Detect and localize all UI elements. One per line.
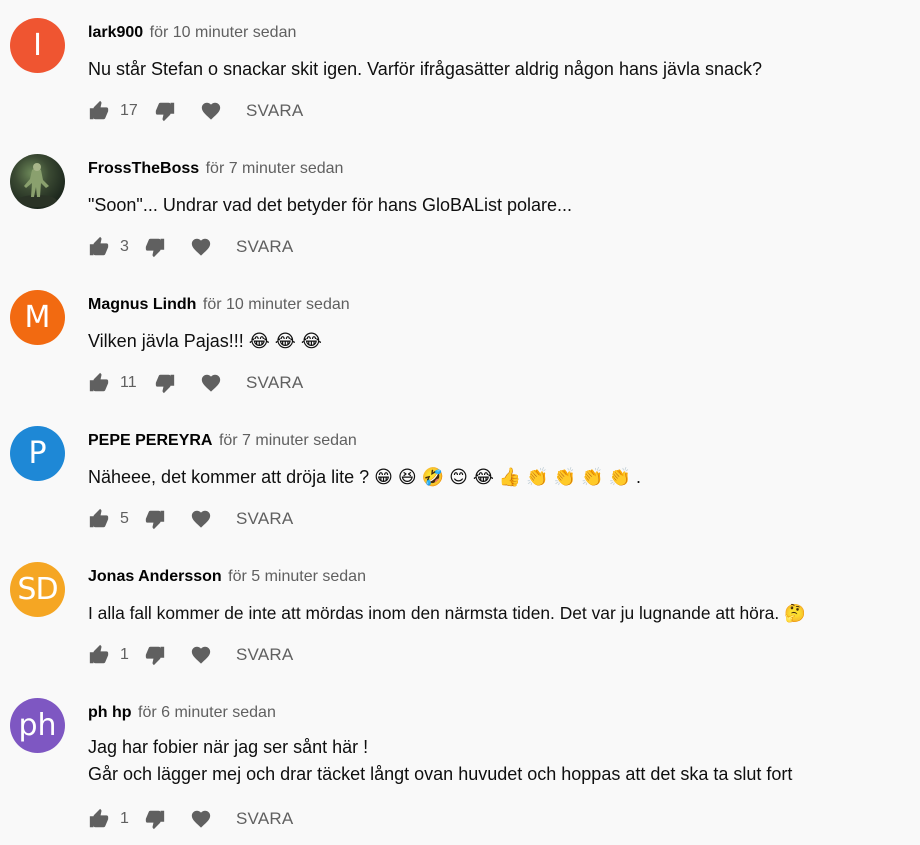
avatar[interactable]: ph: [10, 698, 65, 753]
like-count: 1: [120, 646, 129, 663]
comment-time[interactable]: för 7 minuter sedan: [219, 432, 357, 449]
comment-item: I lark900 för 10 minuter sedan Nu står S…: [0, 0, 920, 136]
comment-time[interactable]: för 5 minuter sedan: [228, 568, 366, 585]
comment-time[interactable]: för 10 minuter sedan: [203, 296, 350, 313]
avatar[interactable]: I: [10, 18, 65, 73]
comment-item: P PEPE PEREYRA för 7 minuter sedan Nähee…: [0, 408, 920, 544]
thumb-down-icon[interactable]: [144, 508, 166, 530]
comment-author[interactable]: FrossTheBoss: [88, 160, 199, 177]
thumb-up-icon[interactable]: [88, 372, 110, 394]
reply-button[interactable]: SVARA: [246, 373, 303, 393]
thumb-down-icon[interactable]: [154, 372, 176, 394]
thumb-down-icon[interactable]: [144, 644, 166, 666]
thumb-down-icon[interactable]: [144, 808, 166, 830]
reply-button[interactable]: SVARA: [246, 101, 303, 121]
comment-text: "Soon"... Undrar vad det betyder för han…: [88, 195, 573, 215]
avatar[interactable]: P: [10, 426, 65, 481]
comment-item: SD Jonas Andersson för 5 minuter sedan I…: [0, 544, 920, 680]
comment-item: FrossTheBoss för 7 minuter sedan "Soon".…: [0, 136, 920, 272]
comment-item: ph ph hp för 6 minuter sedan Jag har fob…: [0, 680, 920, 845]
comment-text: Näheee, det kommer att dröja lite ? 😁 😆 …: [88, 467, 641, 487]
comment-text: Nu står Stefan o snackar skit igen. Varf…: [88, 59, 763, 79]
comment-author[interactable]: Magnus Lindh: [88, 296, 196, 313]
comment-time[interactable]: för 7 minuter sedan: [206, 160, 344, 177]
heart-icon[interactable]: [190, 236, 212, 258]
heart-icon[interactable]: [190, 644, 212, 666]
comment-time[interactable]: för 10 minuter sedan: [150, 24, 297, 41]
reply-button[interactable]: SVARA: [236, 809, 293, 829]
thumb-up-icon[interactable]: [88, 100, 110, 122]
heart-icon[interactable]: [200, 100, 222, 122]
like-count: 5: [120, 510, 129, 527]
avatar[interactable]: M: [10, 290, 65, 345]
comment-author[interactable]: Jonas Andersson: [88, 568, 222, 585]
comment-text: I alla fall kommer de inte att mördas in…: [88, 603, 806, 623]
heart-icon[interactable]: [200, 372, 222, 394]
comment-text-line: Går och lägger mej och drar täcket långt…: [88, 764, 793, 784]
avatar[interactable]: SD: [10, 562, 65, 617]
thumb-down-icon[interactable]: [144, 236, 166, 258]
comment-text: Jag har fobier när jag ser sånt här ! Gå…: [88, 734, 792, 788]
comment-author[interactable]: lark900: [88, 24, 143, 41]
thumb-up-icon[interactable]: [88, 236, 110, 258]
heart-icon[interactable]: [190, 508, 212, 530]
comment-text: Vilken jävla Pajas!!! 😂 😂 😂: [88, 331, 322, 351]
comment-text-line: Jag har fobier när jag ser sånt här !: [88, 737, 369, 757]
reply-button[interactable]: SVARA: [236, 509, 293, 529]
heart-icon[interactable]: [190, 808, 212, 830]
comment-item: M Magnus Lindh för 10 minuter sedan Vilk…: [0, 272, 920, 408]
comment-author[interactable]: ph hp: [88, 704, 132, 721]
like-count: 17: [120, 102, 138, 119]
avatar[interactable]: [10, 154, 65, 209]
thumb-down-icon[interactable]: [154, 100, 176, 122]
reply-button[interactable]: SVARA: [236, 645, 293, 665]
like-count: 3: [120, 238, 129, 255]
like-count: 1: [120, 810, 129, 827]
reply-button[interactable]: SVARA: [236, 237, 293, 257]
comment-author[interactable]: PEPE PEREYRA: [88, 432, 212, 449]
thumb-up-icon[interactable]: [88, 808, 110, 830]
thumb-up-icon[interactable]: [88, 644, 110, 666]
thumb-up-icon[interactable]: [88, 508, 110, 530]
comment-time[interactable]: för 6 minuter sedan: [138, 704, 276, 721]
avatar-image: [17, 163, 57, 207]
like-count: 11: [120, 374, 137, 391]
